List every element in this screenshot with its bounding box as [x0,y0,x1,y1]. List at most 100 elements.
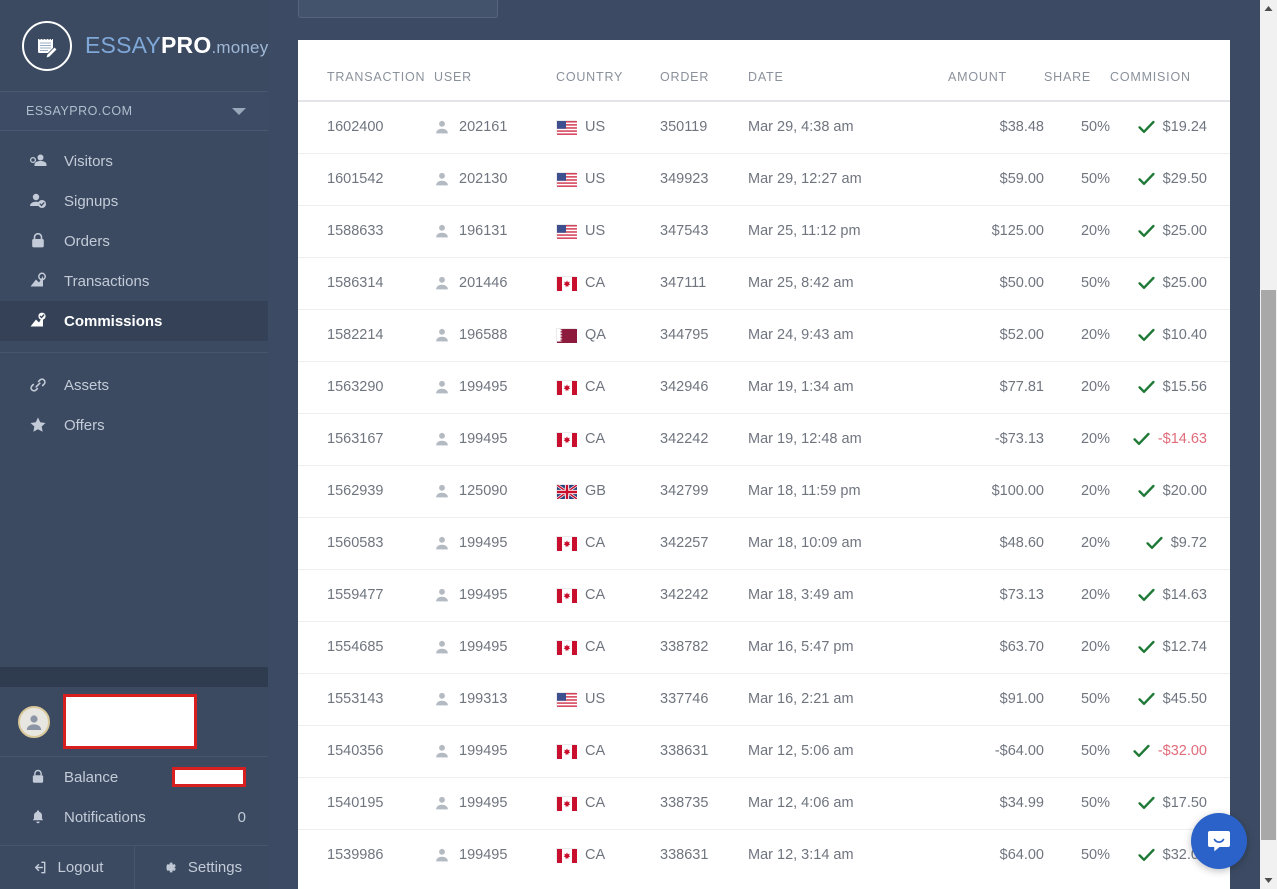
cell-user: 199495 [434,361,556,414]
column-header-amount[interactable]: AMOUNT [948,40,1044,102]
cell-order: 342242 [660,569,748,622]
signups-icon [26,192,50,210]
cell-commision-value: $25.00 [1162,223,1207,239]
table-row[interactable]: 1602400 202161 US 350119 Mar 29, 4:38 am $38.… [298,101,1230,154]
cell-commision: $10.40 [1110,309,1230,362]
cell-user-id: 202130 [459,171,508,187]
column-header-user[interactable]: USER [434,40,556,102]
transactions-icon [26,272,50,290]
table-row[interactable]: 1560583 199495 CA 342257 Mar 18, 10:09 am $48… [298,517,1230,570]
column-header-order[interactable]: ORDER [660,40,748,102]
user-icon [434,223,450,239]
cell-transaction: 1562939 [298,465,434,518]
intercom-chat-icon [1208,831,1230,852]
cell-transaction: 1563290 [298,361,434,414]
cell-date: Mar 29, 12:27 am [748,153,948,206]
visitors-icon [26,152,50,170]
cell-amount: $50.00 [948,257,1044,310]
bell-icon [26,809,50,825]
cell-user-id: 199495 [459,639,508,655]
cell-transaction: 1554685 [298,621,434,674]
approved-check-icon [1146,536,1163,550]
sidebar-item-visitors[interactable]: Visitors [0,141,268,181]
table-row[interactable]: 1559477 199495 CA 342242 Mar 18, 3:49 am $73.… [298,569,1230,622]
settings-button[interactable]: Settings [134,846,268,889]
page-scrollbar[interactable] [1260,0,1277,889]
scroll-up-arrow-icon[interactable] [1260,0,1277,17]
approved-check-icon [1133,744,1150,758]
balance-row[interactable]: Balance [0,757,268,797]
column-header-date[interactable]: DATE [748,40,948,102]
table-row[interactable]: 1586314 201446 CA 347111 Mar 25, 8:42 am $50.… [298,257,1230,310]
user-icon [434,535,450,551]
cell-amount: $34.99 [948,777,1044,830]
cell-commision: -$32.00 [1110,725,1230,778]
table-row[interactable]: 1562939 125090 GB 342799 Mar 18, 11:59 pm $10… [298,465,1230,518]
profile-row[interactable] [0,687,268,757]
notifications-row[interactable]: Notifications 0 [0,797,268,837]
cell-commision: $12.74 [1110,621,1230,674]
table-row[interactable]: 1554685 199495 CA 338782 Mar 16, 5:47 pm $63.… [298,621,1230,674]
cell-commision: $25.00 [1110,257,1230,310]
cell-share: 20% [1044,465,1110,518]
cell-user-id: 199313 [459,691,508,707]
user-icon [434,327,450,343]
table-row[interactable]: 1563290 199495 CA 342946 Mar 19, 1:34 am $77.… [298,361,1230,414]
table-row[interactable]: 1540195 199495 CA 338735 Mar 12, 4:06 am $34.… [298,777,1230,830]
cell-country: CA [556,725,660,778]
table-row[interactable]: 1553143 199313 US 337746 Mar 16, 2:21 am $91.… [298,673,1230,726]
cell-order: 342257 [660,517,748,570]
cell-commision-value: $17.50 [1162,795,1207,811]
scroll-down-arrow-icon[interactable] [1260,872,1277,889]
cell-amount: -$64.00 [948,725,1044,778]
cell-country: GB [556,465,660,518]
user-icon [434,431,450,447]
cell-commision: $29.50 [1110,153,1230,206]
table-row[interactable]: 1582214 196588 QA 344795 Mar 24, 9:43 am $52.… [298,309,1230,362]
logo-text-pro: PRO [161,32,212,58]
cell-country: QA [556,309,660,362]
chevron-down-icon [232,107,246,115]
logout-label: Logout [57,859,104,876]
sidebar-item-offers[interactable]: Offers [0,405,268,445]
flag-icon-us [556,172,577,187]
brand-logo[interactable]: ESSAYPRO.money [0,0,268,92]
sidebar-item-commissions[interactable]: Commissions [0,301,268,341]
table-row[interactable]: 1601542 202130 US 349923 Mar 29, 12:27 am $59… [298,153,1230,206]
flag-icon-us [556,120,577,136]
table-row[interactable]: 1539986 199495 CA 338631 Mar 12, 3:14 am $64.… [298,829,1230,881]
sidebar-item-label: Orders [64,232,110,250]
toolbar-strip[interactable] [298,0,498,18]
site-selector[interactable]: ESSAYPRO.COM [0,92,268,131]
column-header-transaction[interactable]: TRANSACTION [298,40,434,102]
table-row[interactable]: 1588633 196131 US 347543 Mar 25, 11:12 pm $12… [298,205,1230,258]
column-header-country[interactable]: COUNTRY [556,40,660,102]
cell-order: 338782 [660,621,748,674]
flag-icon-us [556,224,577,239]
approved-check-icon [1138,848,1155,862]
cell-amount: $91.00 [948,673,1044,726]
sidebar-item-transactions[interactable]: Transactions [0,261,268,301]
cell-date: Mar 24, 9:43 am [748,309,948,362]
commissions-icon [26,312,50,330]
table-row[interactable]: 1563167 199495 CA 342242 Mar 19, 12:48 am -$7… [298,413,1230,466]
cell-transaction: 1602400 [298,101,434,154]
logout-button[interactable]: Logout [0,846,134,889]
scrollbar-thumb[interactable] [1261,290,1276,840]
sidebar: ESSAYPRO.money ESSAYPRO.COM Visitors Sig… [0,0,268,889]
approved-check-icon [1138,120,1155,134]
table-row[interactable]: 1540356 199495 CA 338631 Mar 12, 5:06 am -$64… [298,725,1230,778]
intercom-chat-launcher[interactable] [1191,813,1247,869]
column-header-commision[interactable]: COMMISION [1110,40,1230,102]
cell-share: 50% [1044,777,1110,830]
cell-date: Mar 12, 4:06 am [748,777,948,830]
sidebar-item-assets[interactable]: Assets [0,365,268,405]
cell-country-code: CA [585,795,606,811]
cell-date: Mar 19, 12:48 am [748,413,948,466]
sidebar-item-signups[interactable]: Signups [0,181,268,221]
sidebar-item-orders[interactable]: Orders [0,221,268,261]
balance-value-redacted [172,767,246,787]
cell-country: US [556,205,660,258]
column-header-share[interactable]: SHARE [1044,40,1110,102]
